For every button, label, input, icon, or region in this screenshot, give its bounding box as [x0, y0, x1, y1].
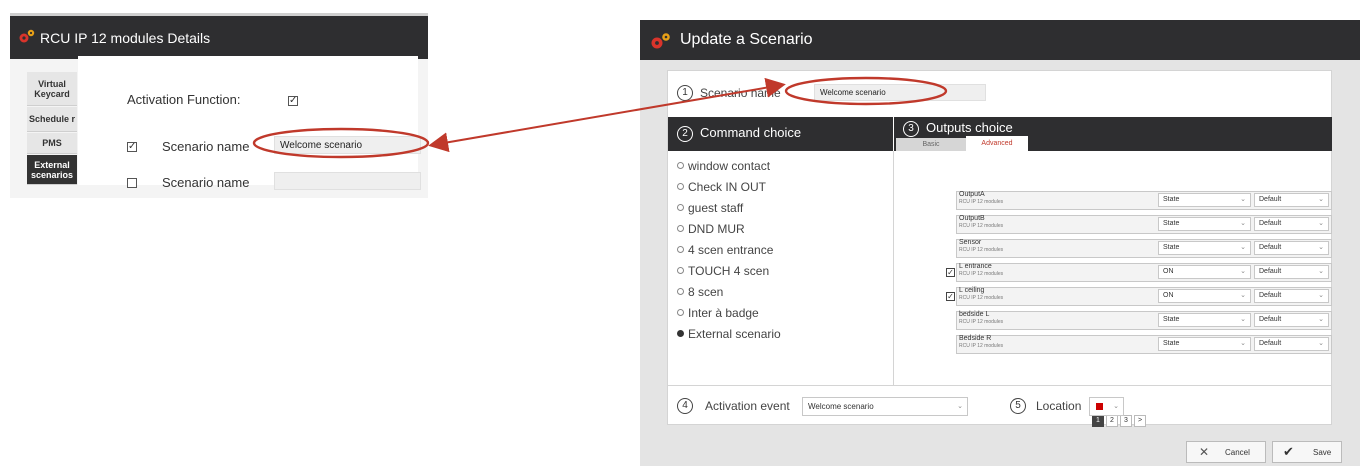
left-highlight-ellipse — [252, 127, 430, 159]
connection-arrow — [428, 77, 786, 153]
annotation-overlay — [252, 76, 948, 159]
right-highlight-ellipse — [784, 76, 948, 106]
